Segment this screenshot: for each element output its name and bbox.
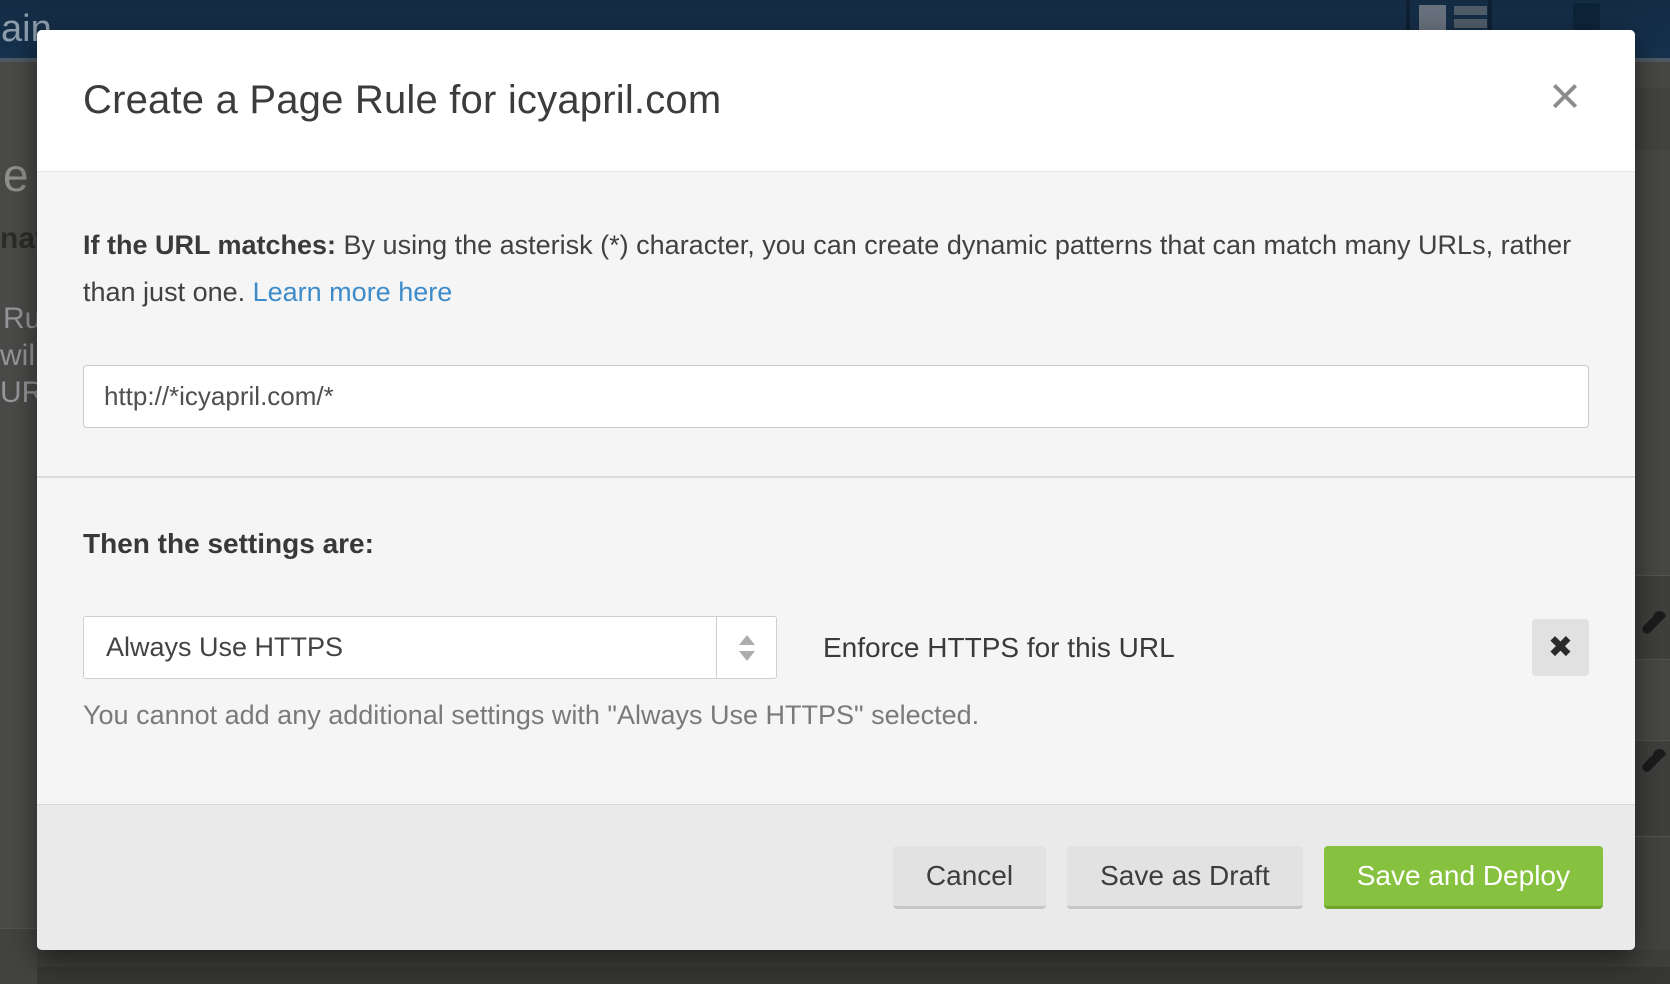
close-button[interactable]: × (1537, 68, 1593, 124)
news-icon (1419, 5, 1446, 30)
modal-footer: Cancel Save as Draft Save and Deploy (37, 804, 1635, 950)
settings-heading: Then the settings are: (83, 528, 1589, 560)
setting-description: Enforce HTTPS for this URL (823, 632, 1175, 664)
spinner-up-icon (739, 635, 755, 645)
spinner-down-icon (739, 651, 755, 661)
save-draft-button[interactable]: Save as Draft (1067, 846, 1303, 909)
modal-title: Create a Page Rule for icyapril.com (83, 78, 721, 123)
news-icon-line (1454, 6, 1487, 15)
select-spinner[interactable] (716, 617, 776, 678)
cancel-button[interactable]: Cancel (893, 846, 1046, 909)
news-icon-line (1454, 19, 1487, 28)
background-text-fragment: will (0, 339, 42, 373)
modal-header: Create a Page Rule for icyapril.com × (37, 30, 1635, 172)
close-icon: × (1549, 66, 1581, 126)
url-match-description: If the URL matches: By using the asteris… (83, 222, 1573, 316)
background-text-fragment: e (3, 148, 29, 202)
setting-select-value: Always Use HTTPS (84, 632, 716, 663)
url-pattern-input[interactable] (83, 365, 1589, 428)
save-deploy-button[interactable]: Save and Deploy (1324, 846, 1603, 909)
background-page-bottom-edge (37, 950, 1670, 984)
background-page-left-edge: e nav Ru will UR (0, 62, 37, 984)
background-text-fragment: Ru (3, 302, 41, 336)
remove-icon: ✖ (1548, 630, 1573, 665)
page-rule-modal: Create a Page Rule for icyapril.com × If… (37, 30, 1635, 950)
background-page-right-edge (1635, 62, 1670, 984)
learn-more-link[interactable]: Learn more here (253, 277, 453, 307)
url-match-section: If the URL matches: By using the asteris… (37, 172, 1635, 478)
background-panel-edge (0, 928, 37, 984)
background-table-band (1635, 88, 1670, 150)
top-bar-widget (1573, 3, 1600, 30)
wrench-icon (1640, 748, 1666, 774)
url-match-label: If the URL matches: (83, 230, 336, 260)
background-panel-edge (37, 967, 1670, 984)
helper-text: You cannot add any additional settings w… (83, 700, 1589, 731)
settings-section: Then the settings are: Always Use HTTPS … (37, 478, 1635, 804)
remove-setting-button[interactable]: ✖ (1532, 619, 1589, 676)
wrench-icon (1640, 610, 1666, 636)
setting-select[interactable]: Always Use HTTPS (83, 616, 777, 679)
setting-row: Always Use HTTPS Enforce HTTPS for this … (83, 616, 1589, 679)
